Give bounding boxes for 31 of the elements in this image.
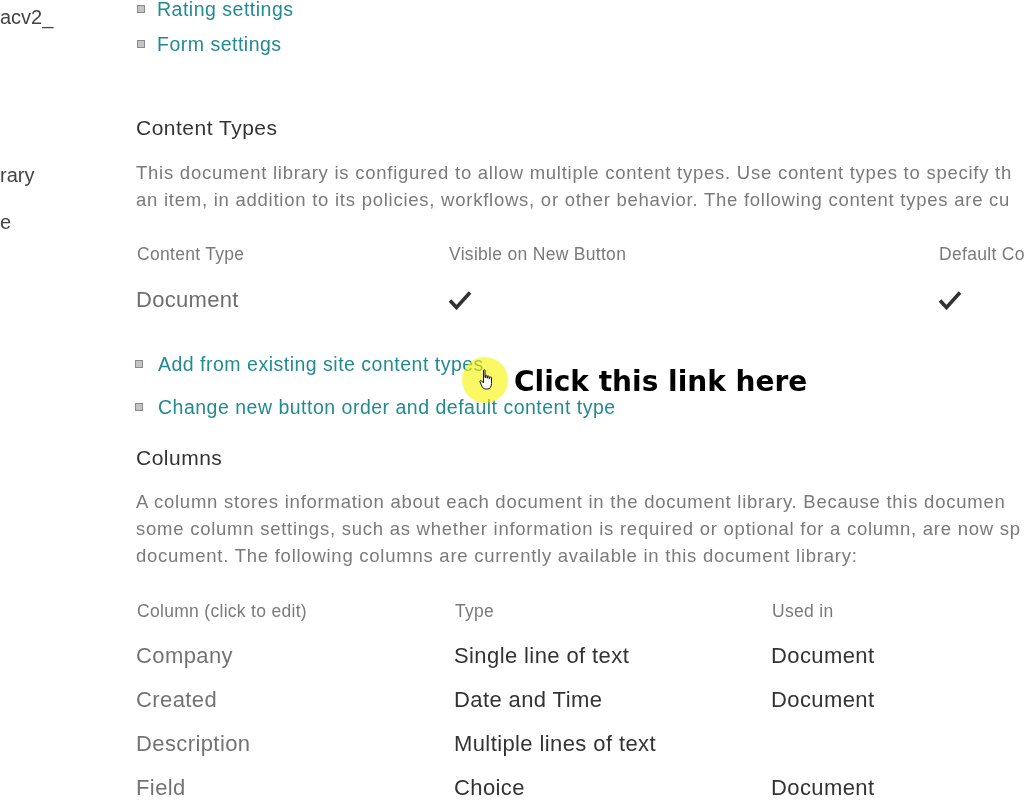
column-name-link[interactable]: Description (136, 726, 251, 760)
section-heading: Columns (136, 445, 223, 471)
sidebar-item[interactable]: rary (0, 161, 35, 189)
column-name-link[interactable]: Field (136, 770, 186, 804)
sidebar-item[interactable]: e (0, 208, 12, 236)
table-cell-text: Document (771, 773, 875, 802)
square-bullet-icon (135, 360, 143, 368)
column-header: Used in (772, 600, 834, 623)
table-cell-text: Document (771, 685, 875, 714)
sidebar-item[interactable]: acv2_ (0, 3, 54, 31)
table-cell-text: Document (771, 641, 875, 670)
table-cell-text: Multiple lines of text (454, 729, 656, 758)
column-header: Default Co (939, 243, 1024, 266)
table-cell-text: Choice (454, 773, 525, 802)
table-cell-text: Document (136, 286, 239, 314)
column-header: Column (click to edit) (137, 600, 307, 623)
square-bullet-icon (137, 5, 145, 13)
square-bullet-icon (135, 403, 143, 411)
column-name-link[interactable]: Company (136, 638, 233, 672)
column-name-link[interactable]: Created (136, 682, 218, 716)
section-description: A column stores information about each document in the document library. Because this documen some column settings, such as whether information is required or optional for a column, are now sp document. The following columns are currently available in this document library: (136, 490, 1021, 568)
column-header: Visible on New Button (449, 243, 627, 266)
column-header: Content Type (137, 243, 245, 266)
section-heading: Content Types (136, 115, 278, 141)
square-bullet-icon (137, 40, 145, 48)
column-header: Type (455, 600, 495, 623)
table-cell-text: Date and Time (454, 685, 603, 714)
settings-link[interactable]: Rating settings (157, 0, 294, 21)
table-cell-text: Single line of text (454, 641, 630, 670)
settings-link[interactable]: Form settings (157, 32, 282, 56)
section-description: This document library is configured to allow multiple content types. Use content types to specify th an item, in addition to its policies, workflows, or other behavior. The following content types are cu (136, 161, 1013, 212)
